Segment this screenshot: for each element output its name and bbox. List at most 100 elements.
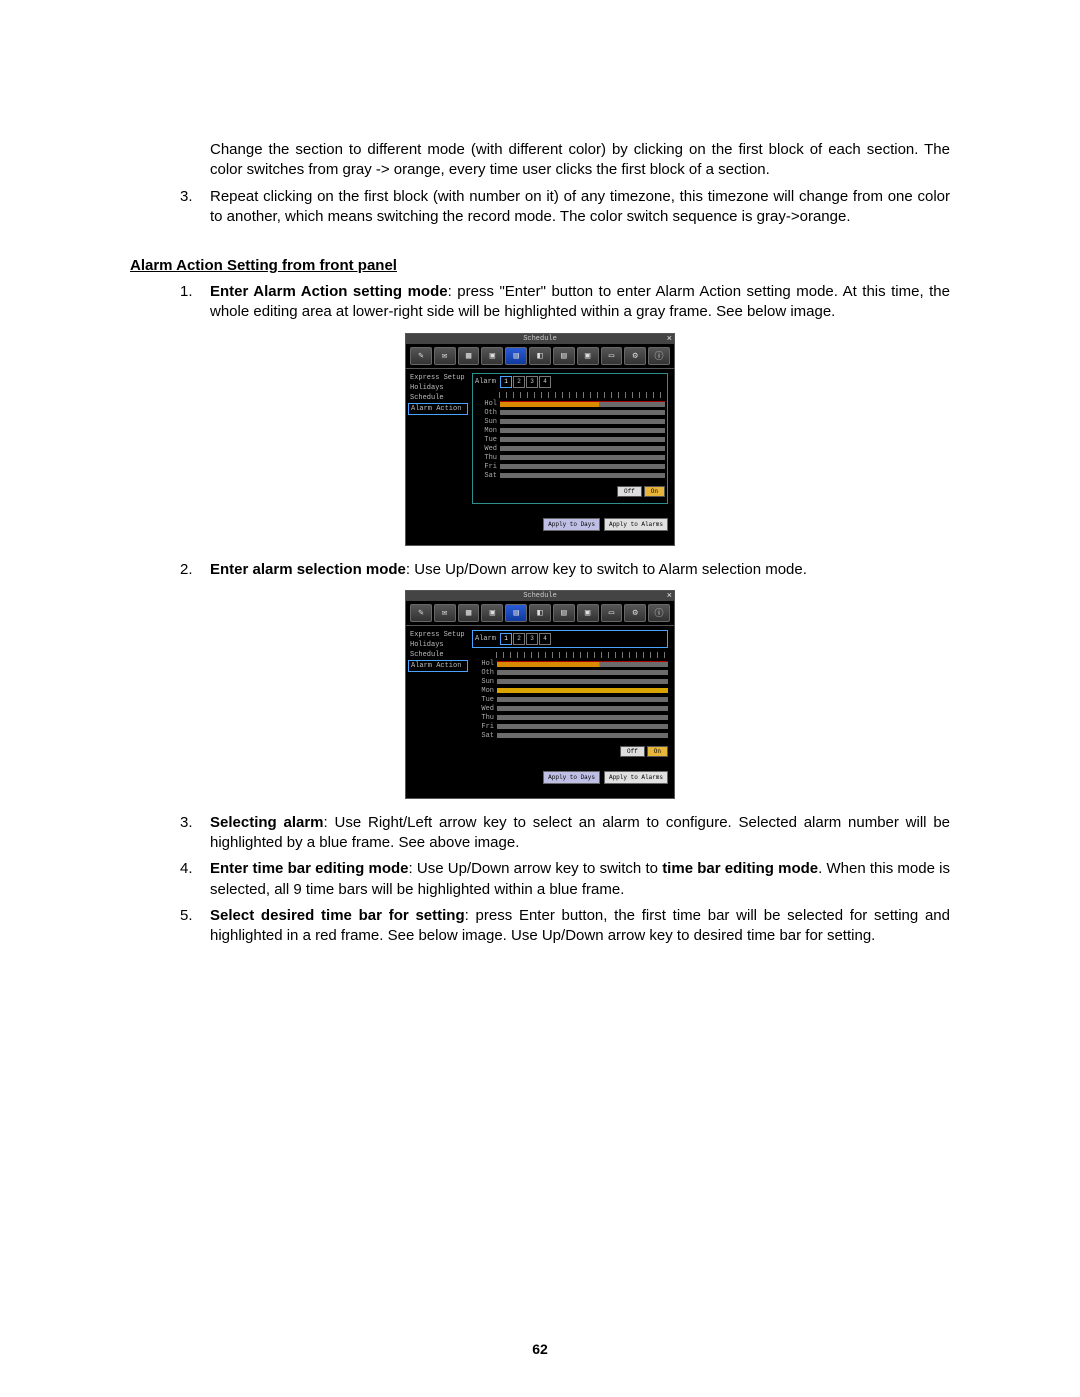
toolbar-icon[interactable]: ▤ [553,604,575,622]
toolbar-icon[interactable]: ◧ [529,347,551,365]
toolbar-icon[interactable]: ▣ [481,604,503,622]
toolbar-icon[interactable]: ▦ [458,604,480,622]
close-icon[interactable]: × [667,334,672,344]
apply-to-days-button[interactable]: Apply to Days [543,771,600,784]
toolbar-icon[interactable]: ▣ [577,604,599,622]
time-bar[interactable] [500,437,665,442]
day-label: Sun [472,678,497,686]
sidebar-item-schedule[interactable]: Schedule [408,393,468,403]
day-label: Mon [475,427,500,435]
time-bar[interactable] [500,464,665,469]
dvr-toolbar: ✎ ✉ ▦ ▣ ▤ ◧ ▤ ▣ ▭ ⚙ ⓘ [406,601,674,626]
alarm-number-4[interactable]: 4 [539,376,551,388]
time-bar[interactable] [500,401,665,407]
sidebar-item-holidays[interactable]: Holidays [408,640,468,650]
apply-to-days-button[interactable]: Apply to Days [543,518,600,531]
off-button[interactable]: Off [620,746,645,757]
step-text-5: Select desired time bar for setting: pre… [210,906,950,947]
step2-rest: : Use Up/Down arrow key to switch to Ala… [406,561,807,578]
on-button[interactable]: On [644,486,665,497]
day-label: Mon [472,687,497,695]
time-bar[interactable] [500,455,665,460]
sidebar-item-alarm-action[interactable]: Alarm Action [408,660,468,672]
time-bar[interactable] [497,679,668,684]
alarm-number-1[interactable]: 1 [500,633,512,645]
toolbar-icon-active[interactable]: ▤ [505,347,527,365]
time-bar[interactable] [497,715,668,720]
alarm-number-1[interactable]: 1 [500,376,512,388]
step-text-1: Enter Alarm Action setting mode: press "… [210,282,950,323]
toolbar-icon[interactable]: ✉ [434,347,456,365]
time-bar[interactable] [500,410,665,415]
alarm-selection-blue-frame: Alarm 1 2 3 4 [472,630,668,648]
day-label: Sun [475,418,500,426]
day-label: Oth [475,409,500,417]
close-icon[interactable]: × [667,591,672,601]
time-bar[interactable] [497,661,668,667]
day-label: Hol [475,400,500,408]
dvr-window-title: Schedule [523,335,557,343]
dvr-sidebar: Express Setup Holidays Schedule Alarm Ac… [406,369,470,535]
step-text-2: Enter alarm selection mode: Use Up/Down … [210,560,950,580]
info-icon[interactable]: ⓘ [648,604,670,622]
alarm-number-4[interactable]: 4 [539,633,551,645]
toolbar-icon-active[interactable]: ▤ [505,604,527,622]
info-icon[interactable]: ⓘ [648,347,670,365]
step4-rest-a: : Use Up/Down arrow key to switch to [409,860,663,877]
time-bar[interactable] [500,473,665,478]
day-label: Hol [472,660,497,668]
day-label: Fri [475,463,500,471]
toolbar-icon[interactable]: ✎ [410,347,432,365]
time-bar[interactable] [497,706,668,711]
gear-icon[interactable]: ⚙ [624,604,646,622]
toolbar-icon[interactable]: ✎ [410,604,432,622]
alarm-number-3[interactable]: 3 [526,376,538,388]
toolbar-icon[interactable]: ▣ [577,347,599,365]
toolbar-icon[interactable]: ▦ [458,347,480,365]
time-bar[interactable] [500,419,665,424]
sidebar-item-express[interactable]: Express Setup [408,373,468,383]
section-title: Alarm Action Setting from front panel [130,257,950,274]
toolbar-icon[interactable]: ▭ [601,604,623,622]
sidebar-item-holidays[interactable]: Holidays [408,383,468,393]
time-bar[interactable] [497,670,668,675]
step3-bold: Selecting alarm [210,814,324,831]
off-button[interactable]: Off [617,486,642,497]
sidebar-item-express[interactable]: Express Setup [408,630,468,640]
step-num-4: 4. [180,859,210,900]
time-bar[interactable] [500,446,665,451]
day-label: Wed [472,705,497,713]
alarm-number-2[interactable]: 2 [513,376,525,388]
list-text-3-top: Repeat clicking on the first block (with… [210,187,950,228]
day-label: Wed [475,445,500,453]
sidebar-item-schedule[interactable]: Schedule [408,650,468,660]
toolbar-icon[interactable]: ◧ [529,604,551,622]
step-num-1: 1. [180,282,210,323]
sidebar-item-alarm-action[interactable]: Alarm Action [408,403,468,415]
alarm-label: Alarm [475,378,496,386]
time-bar[interactable] [500,428,665,433]
hour-ruler [496,652,668,658]
alarm-number-3[interactable]: 3 [526,633,538,645]
step1-bold: Enter Alarm Action setting mode [210,283,448,300]
time-bar[interactable] [497,697,668,702]
gear-icon[interactable]: ⚙ [624,347,646,365]
apply-to-alarms-button[interactable]: Apply to Alarms [604,518,668,531]
day-label: Fri [472,723,497,731]
toolbar-icon[interactable]: ▣ [481,347,503,365]
dvr-sidebar: Express Setup Holidays Schedule Alarm Ac… [406,626,470,788]
day-label: Thu [472,714,497,722]
dvr-window-title: Schedule [523,592,557,600]
list-spacer [180,140,210,181]
on-button[interactable]: On [647,746,668,757]
alarm-number-2[interactable]: 2 [513,633,525,645]
time-bar[interactable] [497,724,668,729]
step-num-2: 2. [180,560,210,580]
apply-to-alarms-button[interactable]: Apply to Alarms [604,771,668,784]
time-bar[interactable] [497,733,668,738]
toolbar-icon[interactable]: ▤ [553,347,575,365]
toolbar-icon[interactable]: ▭ [601,347,623,365]
step2-bold: Enter alarm selection mode [210,561,406,578]
toolbar-icon[interactable]: ✉ [434,604,456,622]
time-bar[interactable] [497,688,668,693]
